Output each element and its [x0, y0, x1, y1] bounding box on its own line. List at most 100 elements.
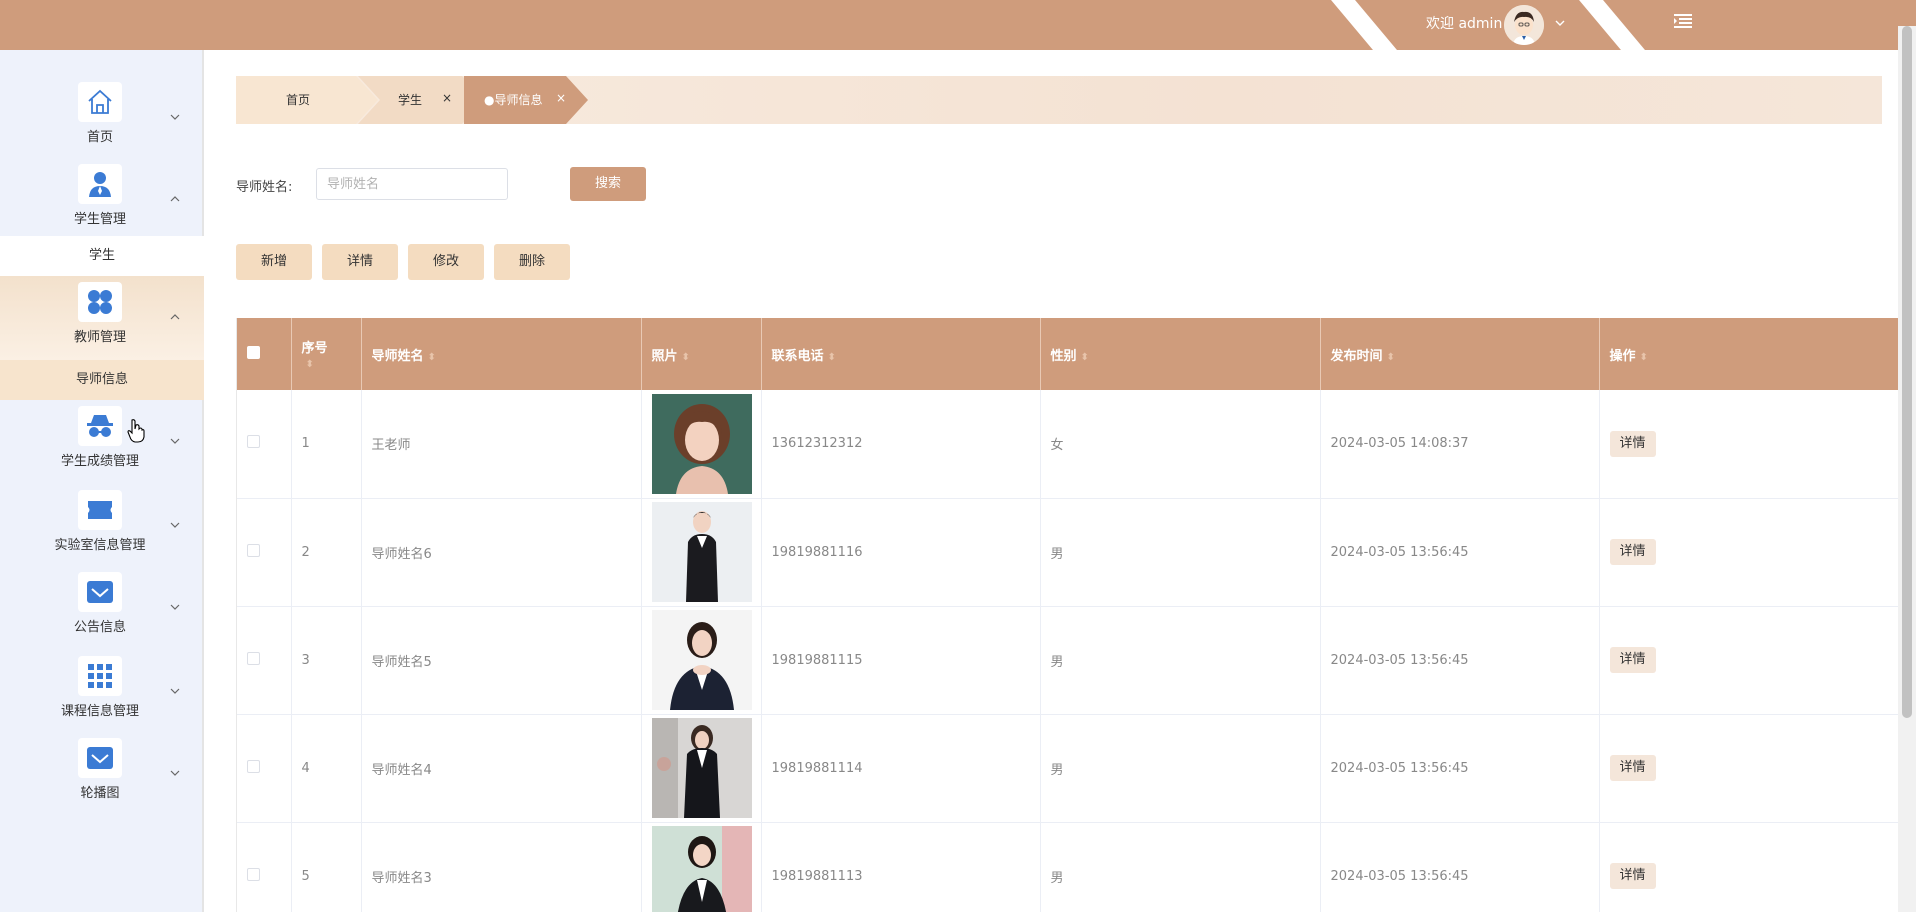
tutor-photo[interactable]	[651, 826, 752, 912]
cell-gender: 男	[1040, 714, 1321, 823]
row-detail-button[interactable]: 详情	[1609, 430, 1656, 457]
sort-icon[interactable]: ⬍	[682, 352, 690, 363]
tag-label: 学生	[398, 93, 423, 107]
icon-box	[78, 490, 122, 530]
cell-gender: 女	[1040, 390, 1321, 499]
select-all-checkbox[interactable]	[247, 345, 260, 359]
row-detail-button[interactable]: 详情	[1609, 539, 1656, 565]
header-name[interactable]: 导师姓名 ⬍	[361, 318, 642, 390]
page-scrollbar[interactable]	[1898, 26, 1916, 912]
welcome-text: 欢迎 admin	[1426, 16, 1503, 32]
table-header-row: 序号 ⬍ 导师姓名 ⬍ 照片 ⬍ 联系电话 ⬍ 性别 ⬍ 发布时间 ⬍ 操作 ⬍	[237, 318, 1898, 390]
row-checkbox[interactable]	[247, 435, 260, 449]
sidebar-subitem-tutor-info[interactable]: 导师信息	[0, 360, 204, 400]
cell-actions: 详情	[1599, 714, 1898, 823]
header-stripe	[1570, 0, 1654, 50]
row-checkbox[interactable]	[247, 867, 260, 881]
header-time[interactable]: 发布时间 ⬍	[1320, 318, 1600, 390]
table-row[interactable]: 5 导师姓名3 19819881113 男 2024-03-05 13:56:4…	[237, 822, 1898, 912]
table-row[interactable]: 1 王老师 13612312312 女 2024-03-05 14:08:37 …	[237, 390, 1898, 499]
sidebar-subitem-student[interactable]: 学生	[0, 236, 204, 276]
sort-icon[interactable]: ⬍	[1387, 352, 1395, 363]
cell-photo	[641, 606, 762, 715]
sort-icon[interactable]: ⬍	[306, 359, 314, 370]
header-photo[interactable]: 照片 ⬍	[641, 318, 762, 390]
sidebar-item-label: 首页	[86, 130, 113, 145]
row-checkbox[interactable]	[247, 759, 260, 773]
header-actions[interactable]: 操作 ⬍	[1599, 318, 1898, 390]
cell-phone: 19819881113	[761, 822, 1041, 912]
sidebar-item-announcement[interactable]: 公告信息	[0, 566, 204, 648]
row-checkbox[interactable]	[247, 543, 260, 557]
sort-icon[interactable]: ⬍	[1640, 352, 1648, 363]
icon-box	[78, 406, 122, 446]
edit-button[interactable]: 修改	[408, 244, 484, 280]
icon-box	[78, 572, 122, 612]
icon-box	[78, 82, 122, 122]
cell-phone: 19819881114	[761, 714, 1041, 823]
tutor-photo[interactable]	[651, 610, 752, 710]
home-icon	[88, 89, 112, 114]
sort-icon[interactable]: ⬍	[828, 352, 836, 363]
chevron-up-icon	[170, 314, 180, 320]
sidebar-item-student-management[interactable]: 学生管理	[0, 158, 204, 240]
table-row[interactable]: 3 导师姓名5 19819881115 男 2024-03-05 13:56:4…	[237, 606, 1898, 715]
mail-icon	[87, 747, 113, 769]
detail-button[interactable]: 详情	[322, 244, 398, 280]
sidebar-item-carousel[interactable]: 轮播图	[0, 732, 204, 814]
chevron-down-icon	[170, 438, 180, 444]
sidebar-item-home[interactable]: 首页	[0, 76, 204, 158]
scrollbar-thumb[interactable]	[1902, 26, 1912, 718]
cell-no: 2	[291, 498, 362, 607]
row-detail-button[interactable]: 详情	[1609, 863, 1656, 889]
cell-time: 2024-03-05 14:08:37	[1320, 390, 1600, 499]
top-bar: 欢迎 admin	[0, 0, 1916, 50]
tag-tutor-info[interactable]: ●导师信息 ×	[464, 76, 594, 124]
cell-photo	[641, 822, 762, 912]
sidebar-item-course-management[interactable]: 课程信息管理	[0, 650, 204, 732]
sidebar-item-lab-management[interactable]: 实验室信息管理	[0, 484, 204, 566]
row-checkbox[interactable]	[247, 651, 260, 665]
cell-time: 2024-03-05 13:56:45	[1320, 714, 1600, 823]
header-phone[interactable]: 联系电话 ⬍	[761, 318, 1041, 390]
grid-icon	[88, 664, 112, 688]
tutor-name-search-input[interactable]	[316, 168, 508, 200]
tutor-photo[interactable]	[651, 502, 752, 602]
add-button[interactable]: 新增	[236, 244, 312, 280]
user-avatar[interactable]	[1504, 5, 1544, 45]
table-row[interactable]: 4 导师姓名4 19819881114 男 2024-03-05 13:56:4…	[237, 714, 1898, 823]
cell-gender: 男	[1040, 822, 1321, 912]
tag-label: ●导师信息	[484, 93, 543, 107]
tags-bar: 首页 学生 × ●导师信息 ×	[236, 76, 1882, 124]
cell-time: 2024-03-05 13:56:45	[1320, 606, 1600, 715]
chevron-down-icon[interactable]	[1553, 16, 1567, 30]
sort-icon[interactable]: ⬍	[1081, 352, 1089, 363]
header-gender[interactable]: 性别 ⬍	[1040, 318, 1321, 390]
row-detail-button[interactable]: 详情	[1609, 755, 1656, 781]
spy-icon	[87, 415, 113, 437]
cell-time: 2024-03-05 13:56:45	[1320, 822, 1600, 912]
delete-button[interactable]: 删除	[494, 244, 570, 280]
sidebar-item-teacher-management[interactable]: 教师管理	[0, 276, 204, 360]
ticket-icon	[88, 501, 112, 519]
menu-toggle-icon[interactable]	[1672, 10, 1694, 32]
icon-box	[78, 282, 122, 322]
sort-icon[interactable]: ⬍	[428, 352, 436, 363]
cell-time: 2024-03-05 13:56:45	[1320, 498, 1600, 607]
main-content: 首页 学生 × ●导师信息 × 导师姓名: 搜索 新增 详情 修改 删除	[204, 50, 1898, 912]
search-button[interactable]: 搜索	[570, 167, 646, 201]
sidebar-item-grade-management[interactable]: 学生成绩管理	[0, 400, 204, 482]
header-no[interactable]: 序号 ⬍	[291, 318, 362, 390]
cell-gender: 男	[1040, 606, 1321, 715]
tutor-photo[interactable]	[651, 393, 752, 494]
close-icon[interactable]: ×	[442, 74, 452, 122]
table-row[interactable]: 2 导师姓名6 19819881116 男 2024-03-05 13:56:4…	[237, 498, 1898, 607]
sidebar-item-label: 学生管理	[73, 212, 126, 227]
tutor-photo[interactable]	[651, 718, 752, 818]
cell-actions: 详情	[1599, 606, 1898, 715]
cell-gender: 男	[1040, 498, 1321, 607]
header-checkbox-cell	[237, 318, 292, 390]
cell-no: 1	[291, 390, 362, 499]
close-icon[interactable]: ×	[556, 74, 566, 122]
row-detail-button[interactable]: 详情	[1609, 647, 1656, 673]
